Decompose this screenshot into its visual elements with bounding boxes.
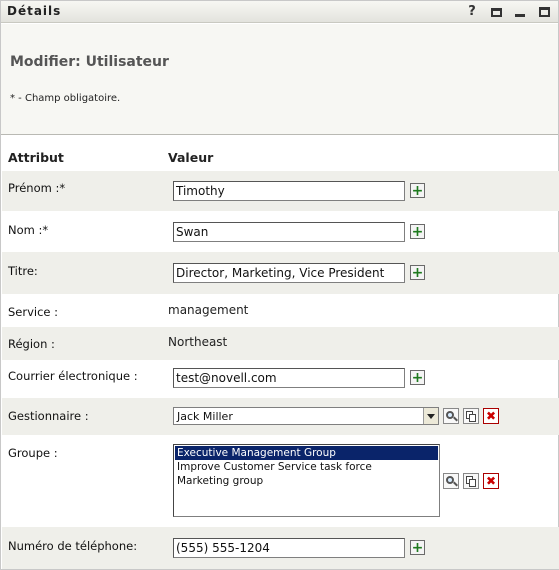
service-value: management [168, 303, 249, 317]
add-prenom-button[interactable]: + [410, 183, 425, 198]
form-row-gestionnaire: Gestionnaire : Jack Miller ✖ [2, 398, 559, 435]
field-label-groupe: Groupe : [8, 446, 58, 460]
minimize-icon[interactable] [514, 4, 526, 18]
page-title: Modifier: Utilisateur [10, 54, 169, 70]
required-note: * - Champ obligatoire. [10, 93, 121, 104]
form-row-telephone: Numéro de téléphone: (555) 555-1204 + [2, 527, 559, 569]
region-value: Northeast [168, 335, 228, 349]
groupe-listbox[interactable]: Executive Management Group Improve Custo… [173, 444, 440, 517]
add-email-button[interactable]: + [410, 370, 425, 385]
form-row-nom: Nom :* Swan + [2, 211, 559, 252]
nom-input[interactable]: Swan [173, 222, 405, 242]
magnifier-icon[interactable] [443, 408, 459, 424]
plus-icon: + [411, 369, 424, 386]
column-header-value: Valeur [168, 150, 214, 165]
column-header-attribute: Attribut [8, 150, 64, 165]
portlet-title: Détails [7, 4, 62, 18]
add-telephone-button[interactable]: + [410, 540, 425, 555]
list-item[interactable]: Marketing group [175, 474, 438, 488]
list-item[interactable]: Improve Customer Service task force [175, 460, 438, 474]
plus-icon: + [411, 539, 424, 556]
portlet-titlebar: Détails ? [1, 1, 558, 23]
email-input[interactable]: test@novell.com [173, 368, 405, 388]
add-titre-button[interactable]: + [410, 265, 425, 280]
plus-icon: + [411, 223, 424, 240]
print-icon[interactable] [490, 4, 502, 18]
details-portlet: Détails ? Modifier: Utilisateur * - Cham… [0, 0, 559, 570]
form-row-courriel: Courrier électronique : test@novell.com … [2, 360, 559, 398]
gestionnaire-selected-value: Jack Miller [177, 410, 233, 423]
telephone-input[interactable]: (555) 555-1204 [173, 538, 405, 558]
field-label-gestionnaire: Gestionnaire : [8, 409, 89, 423]
history-icon[interactable] [463, 408, 479, 424]
titlebar-actions: ? [466, 4, 550, 19]
form-row-region: Région : Northeast [2, 327, 559, 360]
form-row-service: Service : management [2, 294, 559, 327]
field-label-prenom: Prénom :* [8, 181, 66, 195]
help-icon[interactable]: ? [466, 4, 478, 19]
field-label-telephone: Numéro de téléphone: [8, 539, 138, 553]
form-row-titre: Titre: Director, Marketing, Vice Preside… [2, 252, 559, 294]
gestionnaire-select[interactable]: Jack Miller [173, 407, 439, 425]
field-label-region: Région : [8, 337, 55, 351]
delete-icon[interactable]: ✖ [483, 473, 499, 489]
history-icon[interactable] [463, 473, 479, 489]
field-label-titre: Titre: [8, 264, 38, 278]
plus-icon: + [411, 182, 424, 199]
delete-icon[interactable]: ✖ [483, 408, 499, 424]
list-item[interactable]: Executive Management Group [175, 446, 438, 460]
page-header: Modifier: Utilisateur * - Champ obligato… [1, 24, 558, 135]
maximize-icon[interactable] [538, 4, 550, 18]
field-label-nom: Nom :* [8, 223, 49, 237]
chevron-down-icon[interactable] [423, 408, 438, 424]
magnifier-icon[interactable] [443, 473, 459, 489]
field-label-service: Service : [8, 305, 59, 319]
titre-input[interactable]: Director, Marketing, Vice President [173, 263, 405, 283]
add-nom-button[interactable]: + [410, 224, 425, 239]
plus-icon: + [411, 264, 424, 281]
form-row-groupe: Groupe : Executive Management Group Impr… [2, 435, 559, 527]
field-label-courriel: Courrier électronique : [8, 369, 138, 383]
prenom-input[interactable]: Timothy [173, 181, 405, 201]
form-row-prenom: Prénom :* Timothy + [2, 171, 559, 211]
